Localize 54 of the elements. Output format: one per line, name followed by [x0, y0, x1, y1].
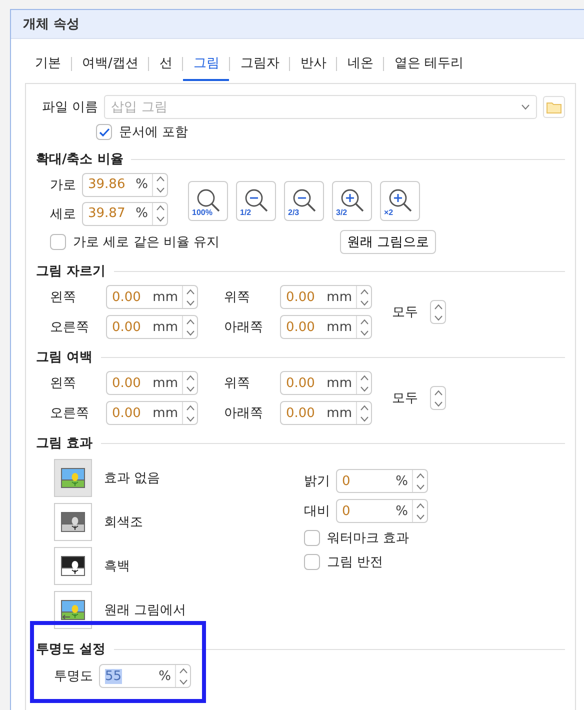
checkbox[interactable]	[96, 124, 112, 140]
field-label: 세로	[50, 206, 76, 222]
field-label: 위쪽	[224, 375, 251, 392]
field-label: 위쪽	[224, 289, 251, 306]
field-label: 오른쪽	[50, 405, 90, 422]
zoom-button[interactable]: 1/2	[236, 181, 276, 221]
checkbox[interactable]	[304, 554, 320, 570]
effect-button[interactable]	[54, 547, 92, 585]
field-label: 오른쪽	[50, 319, 90, 336]
checkbox-label: 가로 세로 같은 비율 유지	[73, 234, 220, 251]
all-label: 모두	[392, 304, 418, 321]
tab[interactable]: 선	[149, 47, 182, 81]
checkmark-icon	[98, 128, 110, 136]
tab[interactable]: 기본	[25, 47, 71, 81]
tab[interactable]: 여백/캡션	[72, 47, 148, 81]
field-label: 가로	[50, 176, 76, 194]
section-title: 그림 여백	[36, 349, 93, 366]
tab[interactable]: 그림자	[230, 47, 290, 81]
field-label: 대비	[304, 503, 330, 520]
folder-icon	[546, 100, 562, 114]
checkbox-label: 그림 반전	[327, 554, 384, 571]
tab[interactable]: 네온	[337, 47, 384, 81]
field-label: 투명도	[54, 668, 93, 685]
tab[interactable]: 옅은 테두리	[384, 47, 474, 81]
zoom-button[interactable]: 2/3	[284, 181, 324, 221]
monochrome-picture-icon	[61, 556, 85, 576]
tab[interactable]: 반사	[290, 47, 336, 81]
checkbox-label: 문서에 포함	[119, 124, 188, 141]
section-title: 투명도 설정	[36, 641, 106, 658]
effect-label: 회색조	[104, 514, 143, 531]
all-label: 모두	[392, 390, 418, 407]
field-label: 아래쪽	[224, 405, 264, 422]
field-label: 파일 이름	[42, 99, 98, 116]
zoom-button[interactable]: 100%	[188, 181, 228, 221]
reset-button[interactable]: 원래 그림으로	[340, 230, 436, 254]
zoom-button[interactable]: 3/2	[332, 181, 372, 221]
section-title: 그림 효과	[36, 435, 93, 452]
field-label: 아래쪽	[224, 319, 264, 336]
grayscale-picture-icon	[61, 512, 85, 532]
zoom-button[interactable]: ×2	[380, 181, 420, 221]
section-title: 그림 자르기	[36, 263, 106, 280]
window-title: 개체 속성	[23, 16, 80, 33]
flower-picture-icon	[61, 468, 85, 488]
effect-label: 흑백	[104, 558, 130, 575]
restore-picture-icon	[61, 600, 85, 620]
effect-label: 원래 그림에서	[104, 602, 186, 619]
field-label: 밝기	[304, 473, 330, 490]
checkbox[interactable]	[304, 530, 320, 546]
effect-label: 효과 없음	[104, 470, 160, 487]
checkbox[interactable]	[50, 234, 66, 250]
section-title: 확대/축소 비율	[36, 151, 124, 168]
field-label: 왼쪽	[50, 289, 77, 306]
field-label: 왼쪽	[50, 375, 77, 392]
checkbox-label: 워터마크 효과	[327, 530, 410, 547]
